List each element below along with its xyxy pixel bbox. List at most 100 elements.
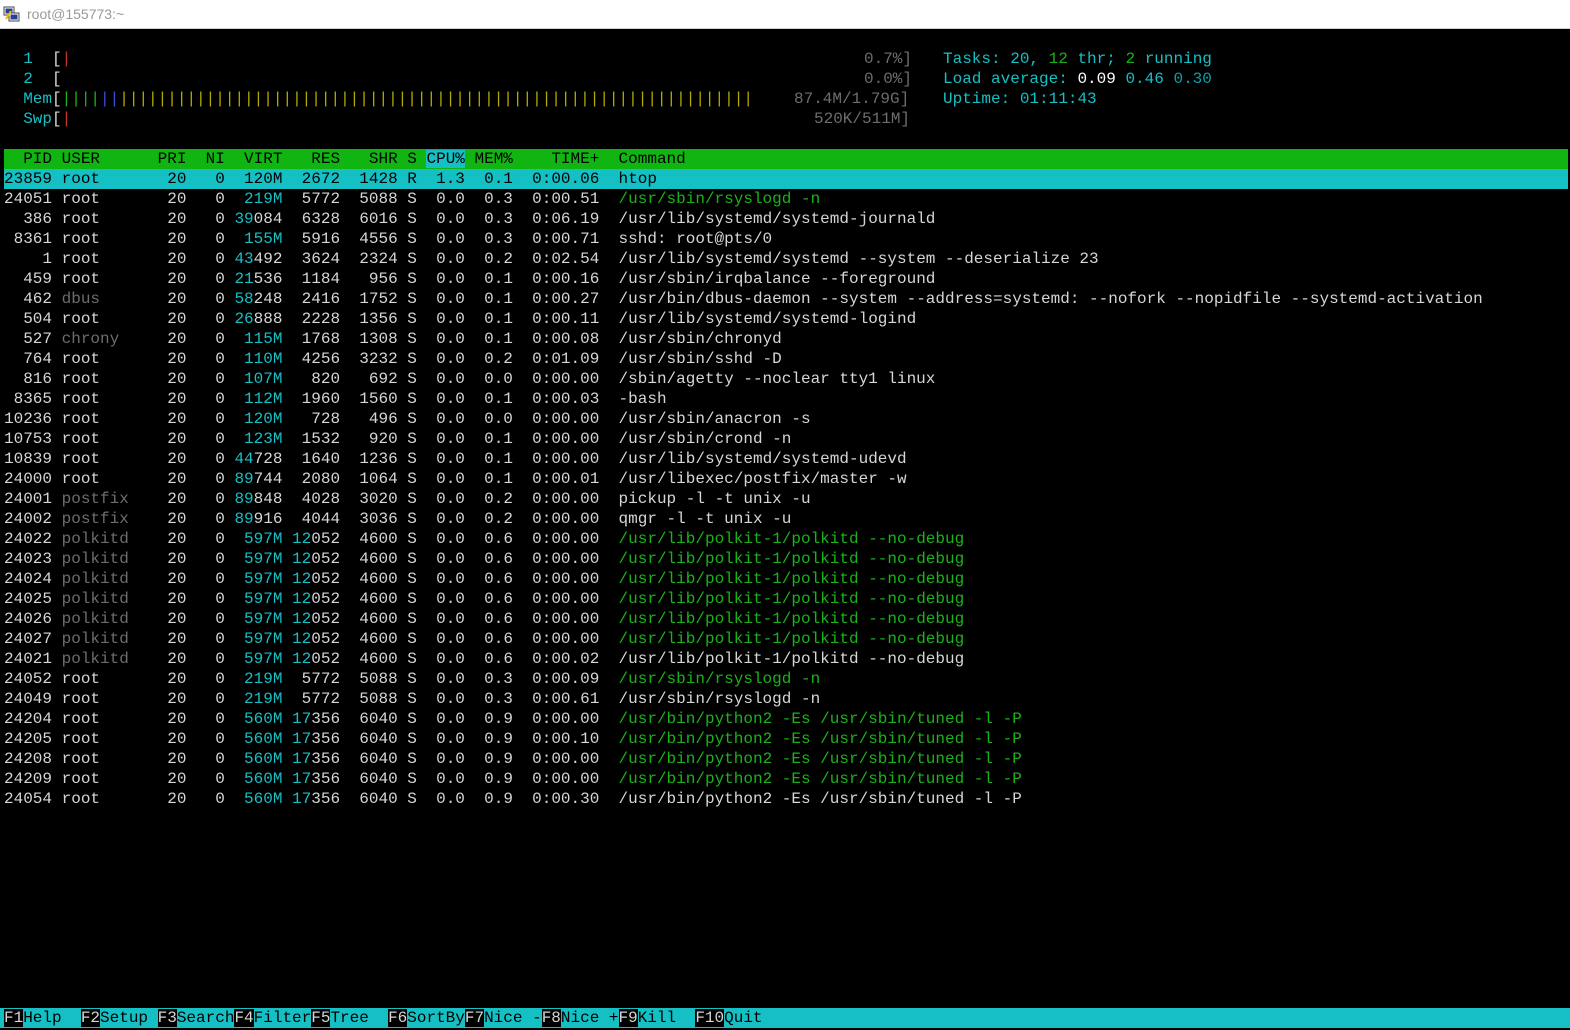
fkey-label-f1[interactable]: Help <box>23 1009 81 1027</box>
process-mem: 0.2 <box>464 510 513 528</box>
column-header-user[interactable]: USER <box>62 150 148 168</box>
process-row[interactable]: 24024 polkitd 20 0 597M 12052 4600 S 0.0… <box>4 569 964 589</box>
process-pid: 24054 <box>4 790 62 808</box>
process-pid: 24002 <box>4 510 62 528</box>
process-ni: 0 <box>186 430 225 448</box>
process-res: 17356 <box>282 750 341 768</box>
putty-terminal-icon[interactable] <box>3 6 21 22</box>
process-user: root <box>61 210 149 228</box>
process-pid: 23859 <box>4 170 62 188</box>
process-row[interactable]: 24051 root 20 0 219M 5772 5088 S 0.0 0.3… <box>4 189 820 209</box>
process-row[interactable]: 8365 root 20 0 112M 1960 1560 S 0.0 0.1 … <box>4 389 667 409</box>
mem-meter: Mem[||||||||||||||||||||||||||||||||||||… <box>23 90 753 108</box>
process-user: root <box>61 690 149 708</box>
column-header-virt[interactable]: VIRT <box>225 150 282 168</box>
column-header-shr[interactable]: SHR <box>340 150 398 168</box>
fkey-label-f5[interactable]: Tree <box>330 1009 388 1027</box>
process-pid: 386 <box>4 210 62 228</box>
process-row[interactable]: 24205 root 20 0 560M 17356 6040 S 0.0 0.… <box>4 729 1022 749</box>
process-row[interactable]: 24052 root 20 0 219M 5772 5088 S 0.0 0.3… <box>4 669 820 689</box>
process-mem: 0.2 <box>464 250 513 268</box>
process-cpu: 0.0 <box>426 710 465 728</box>
process-cpu: 0.0 <box>426 330 465 348</box>
process-row[interactable]: 24049 root 20 0 219M 5772 5088 S 0.0 0.3… <box>4 689 820 709</box>
process-row[interactable]: 10753 root 20 0 123M 1532 920 S 0.0 0.1 … <box>4 429 791 449</box>
process-state: S <box>397 790 427 808</box>
fkey-label-f2[interactable]: Setup <box>100 1009 158 1027</box>
process-user: root <box>61 250 149 268</box>
process-row[interactable]: 24204 root 20 0 560M 17356 6040 S 0.0 0.… <box>4 709 1022 729</box>
column-header-mem[interactable]: MEM% <box>465 150 512 168</box>
process-cpu: 0.0 <box>426 610 465 628</box>
process-pri: 20 <box>148 190 187 208</box>
process-row[interactable]: 10839 root 20 0 44728 1640 1236 S 0.0 0.… <box>4 449 907 469</box>
process-row[interactable]: 24022 polkitd 20 0 597M 12052 4600 S 0.0… <box>4 529 964 549</box>
process-row[interactable]: 24023 polkitd 20 0 597M 12052 4600 S 0.0… <box>4 549 964 569</box>
process-row[interactable]: 8361 root 20 0 155M 5916 4556 S 0.0 0.3 … <box>4 229 773 249</box>
process-row[interactable]: 24000 root 20 0 89744 2080 1064 S 0.0 0.… <box>4 469 907 489</box>
htop-terminal[interactable]: 1 [| 0.7%] 2 [ 0.0%] Mem[|||||||||||||||… <box>0 29 1570 1030</box>
process-state: S <box>397 230 427 248</box>
process-shr: 2324 <box>340 250 398 268</box>
process-row[interactable]: 23859 root 20 0 120M 2672 1428 R 1.3 0.1… <box>4 169 1568 189</box>
process-shr: 1752 <box>340 290 398 308</box>
process-row[interactable]: 24209 root 20 0 560M 17356 6040 S 0.0 0.… <box>4 769 1022 789</box>
process-ni: 0 <box>186 310 225 328</box>
process-row[interactable]: 504 root 20 0 26888 2228 1356 S 0.0 0.1 … <box>4 309 916 329</box>
column-header-command[interactable]: Command <box>619 150 686 168</box>
process-row[interactable]: 24025 polkitd 20 0 597M 12052 4600 S 0.0… <box>4 589 964 609</box>
fkey-label-f3[interactable]: Search <box>177 1009 235 1027</box>
process-row[interactable]: 462 dbus 20 0 58248 2416 1752 S 0.0 0.1 … <box>4 289 1482 309</box>
process-row[interactable]: 24021 polkitd 20 0 597M 12052 4600 S 0.0… <box>4 649 964 669</box>
process-time: 0:00.01 <box>512 470 619 488</box>
column-header-time[interactable]: TIME+ <box>513 150 619 168</box>
process-command: /usr/bin/python2 -Es /usr/sbin/tuned -l … <box>618 750 1022 768</box>
column-header-ni[interactable]: NI <box>186 150 225 168</box>
process-row[interactable]: 386 root 20 0 39084 6328 6016 S 0.0 0.3 … <box>4 209 935 229</box>
process-res: 5772 <box>282 690 341 708</box>
process-command: /usr/lib/polkit-1/polkitd --no-debug <box>618 550 965 568</box>
column-header-pid[interactable]: PID <box>4 150 62 168</box>
fkey-f9: F9 <box>618 1009 638 1027</box>
process-command: /usr/lib/systemd/systemd --system --dese… <box>618 250 1099 268</box>
column-header-cpu[interactable]: CPU% <box>426 150 465 168</box>
process-row[interactable]: 24208 root 20 0 560M 17356 6040 S 0.0 0.… <box>4 749 1022 769</box>
process-pri: 20 <box>148 790 187 808</box>
process-res: 2672 <box>282 170 341 188</box>
process-table-header[interactable]: PID USER PRI NI VIRT RES SHR S CPU% MEM%… <box>4 149 1568 169</box>
column-header-s[interactable]: S <box>398 150 427 168</box>
process-virt: 560M <box>224 770 283 788</box>
fkey-label-f8[interactable]: Nice + <box>561 1009 619 1027</box>
process-state: S <box>397 350 427 368</box>
fkey-label-f6[interactable]: SortBy <box>407 1009 465 1027</box>
process-row[interactable]: 764 root 20 0 110M 4256 3232 S 0.0 0.2 0… <box>4 349 782 369</box>
fkey-label-f4[interactable]: Filter <box>254 1009 312 1027</box>
process-command: /usr/sbin/irqbalance --foreground <box>618 270 936 288</box>
process-row[interactable]: 24026 polkitd 20 0 597M 12052 4600 S 0.0… <box>4 609 964 629</box>
process-state: S <box>397 650 427 668</box>
process-row[interactable]: 459 root 20 0 21536 1184 956 S 0.0 0.1 0… <box>4 269 935 289</box>
fkey-label-f9[interactable]: Kill <box>638 1009 696 1027</box>
process-row[interactable]: 1 root 20 0 43492 3624 2324 S 0.0 0.2 0:… <box>4 249 1099 269</box>
column-header-res[interactable]: RES <box>282 150 340 168</box>
process-command: /usr/bin/python2 -Es /usr/sbin/tuned -l … <box>618 710 1022 728</box>
process-row[interactable]: 24001 postfix 20 0 89848 4028 3020 S 0.0… <box>4 489 811 509</box>
process-time: 0:00.00 <box>512 630 619 648</box>
process-row[interactable]: 10236 root 20 0 120M 728 496 S 0.0 0.0 0… <box>4 409 811 429</box>
process-res: 5772 <box>282 190 341 208</box>
column-header-pri[interactable]: PRI <box>148 150 187 168</box>
process-cpu: 0.0 <box>426 230 465 248</box>
process-res: 1960 <box>282 390 341 408</box>
process-time: 0:00.08 <box>512 330 619 348</box>
process-shr: 956 <box>340 270 398 288</box>
fkey-label-f7[interactable]: Nice - <box>484 1009 542 1027</box>
process-row[interactable]: 24002 postfix 20 0 89916 4044 3036 S 0.0… <box>4 509 791 529</box>
process-row[interactable]: 816 root 20 0 107M 820 692 S 0.0 0.0 0:0… <box>4 369 935 389</box>
process-shr: 1064 <box>340 470 398 488</box>
process-row[interactable]: 527 chrony 20 0 115M 1768 1308 S 0.0 0.1… <box>4 329 782 349</box>
process-pid: 24051 <box>4 190 62 208</box>
fkey-label-f10[interactable]: Quit <box>724 1009 782 1027</box>
process-row[interactable]: 24027 polkitd 20 0 597M 12052 4600 S 0.0… <box>4 629 964 649</box>
process-state: S <box>397 550 427 568</box>
process-row[interactable]: 24054 root 20 0 560M 17356 6040 S 0.0 0.… <box>4 789 1022 809</box>
